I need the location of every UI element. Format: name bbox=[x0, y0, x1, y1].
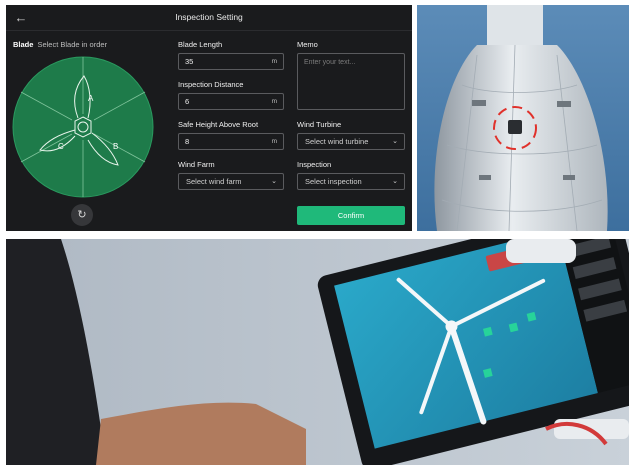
controller-clamp bbox=[506, 239, 576, 263]
memo-label: Memo bbox=[297, 40, 318, 49]
inspection-placeholder: Select inspection bbox=[305, 177, 362, 186]
wind-farm-placeholder: Select wind farm bbox=[186, 177, 242, 186]
wind-turbine-placeholder: Select wind turbine bbox=[305, 137, 369, 146]
inspection-select[interactable]: Select inspection ⌄ bbox=[297, 173, 405, 190]
blade-selector-disc[interactable]: A B C bbox=[12, 56, 154, 198]
inspection-distance-input[interactable]: 6 m bbox=[178, 93, 284, 110]
inspection-distance-value: 6 bbox=[185, 97, 190, 106]
composite-screenshot: ← Inspection Setting Blade Select Blade i… bbox=[0, 0, 633, 468]
blade-length-label: Blade Length bbox=[178, 40, 223, 49]
wind-turbine-label: Wind Turbine bbox=[297, 120, 342, 129]
chevron-down-icon: ⌄ bbox=[392, 178, 398, 185]
safe-height-value: 8 bbox=[185, 137, 190, 146]
confirm-button[interactable]: Confirm bbox=[297, 206, 405, 225]
blade-label-row: Blade Select Blade in order bbox=[13, 40, 107, 49]
chevron-down-icon: ⌄ bbox=[392, 138, 398, 145]
blade-label: Blade bbox=[13, 40, 34, 49]
memo-box bbox=[297, 53, 405, 110]
inspection-distance-unit: m bbox=[271, 98, 277, 105]
app-header: ← Inspection Setting bbox=[6, 5, 412, 31]
blade-hint: Select Blade in order bbox=[37, 40, 108, 49]
inspection-distance-label: Inspection Distance bbox=[178, 80, 244, 89]
chevron-down-icon: ⌄ bbox=[271, 178, 277, 185]
reset-refresh-icon[interactable]: ↻ bbox=[71, 204, 93, 226]
page-title: Inspection Setting bbox=[175, 12, 243, 22]
safe-height-input[interactable]: 8 m bbox=[178, 133, 284, 150]
blade-length-unit: m bbox=[271, 58, 277, 65]
blade-length-input[interactable]: 35 m bbox=[178, 53, 284, 70]
inspection-target bbox=[508, 120, 522, 134]
blade-segment-b[interactable]: B bbox=[113, 142, 118, 151]
tower-shaft bbox=[487, 5, 543, 45]
nacelle-photo bbox=[417, 5, 629, 231]
blade-segment-c[interactable]: C bbox=[58, 142, 64, 151]
blade-segment-a[interactable]: A bbox=[88, 94, 94, 103]
safe-height-unit: m bbox=[271, 138, 277, 145]
safe-height-label: Safe Height Above Root bbox=[178, 120, 259, 129]
inspection-setting-panel: ← Inspection Setting Blade Select Blade i… bbox=[6, 5, 412, 231]
wind-turbine-select[interactable]: Select wind turbine ⌄ bbox=[297, 133, 405, 150]
tablet-controller-photo bbox=[6, 239, 629, 465]
memo-textarea[interactable] bbox=[298, 54, 404, 109]
wind-farm-label: Wind Farm bbox=[178, 160, 215, 169]
inspection-label: Inspection bbox=[297, 160, 332, 169]
wind-farm-select[interactable]: Select wind farm ⌄ bbox=[178, 173, 284, 190]
blade-length-value: 35 bbox=[185, 57, 194, 66]
